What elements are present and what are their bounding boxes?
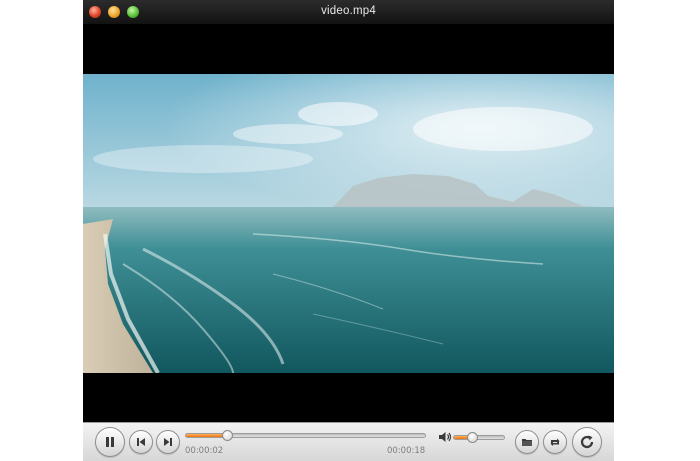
play-pause-button[interactable] bbox=[95, 427, 125, 457]
repeat-button[interactable] bbox=[543, 430, 567, 454]
open-file-button[interactable] bbox=[515, 430, 539, 454]
volume-slider[interactable] bbox=[453, 432, 505, 443]
video-frame[interactable] bbox=[83, 74, 614, 373]
title-bar[interactable]: video.mp4 bbox=[83, 0, 614, 25]
pause-icon bbox=[106, 437, 114, 447]
window-title: video.mp4 bbox=[321, 5, 376, 17]
repeat-icon bbox=[550, 438, 560, 446]
previous-button[interactable] bbox=[129, 430, 153, 454]
seek-progress bbox=[186, 434, 227, 437]
player-window: video.mp4 00:00:02 00:00:18 bbox=[83, 0, 614, 461]
next-button[interactable] bbox=[156, 430, 180, 454]
refresh-button[interactable] bbox=[572, 427, 602, 457]
seek-handle[interactable] bbox=[221, 430, 233, 441]
page: video.mp4 00:00:02 00:00:18 bbox=[0, 0, 700, 461]
refresh-icon bbox=[580, 435, 594, 449]
folder-icon bbox=[522, 439, 532, 446]
current-time: 00:00:02 bbox=[185, 446, 224, 456]
volume-handle[interactable] bbox=[466, 432, 478, 443]
skip-previous-icon bbox=[137, 438, 145, 446]
video-image bbox=[83, 74, 614, 373]
control-bar: 00:00:02 00:00:18 bbox=[83, 422, 614, 461]
seek-bar[interactable] bbox=[185, 430, 426, 441]
total-time: 00:00:18 bbox=[387, 446, 426, 456]
skip-next-icon bbox=[164, 438, 172, 446]
speaker-icon[interactable] bbox=[438, 431, 452, 443]
